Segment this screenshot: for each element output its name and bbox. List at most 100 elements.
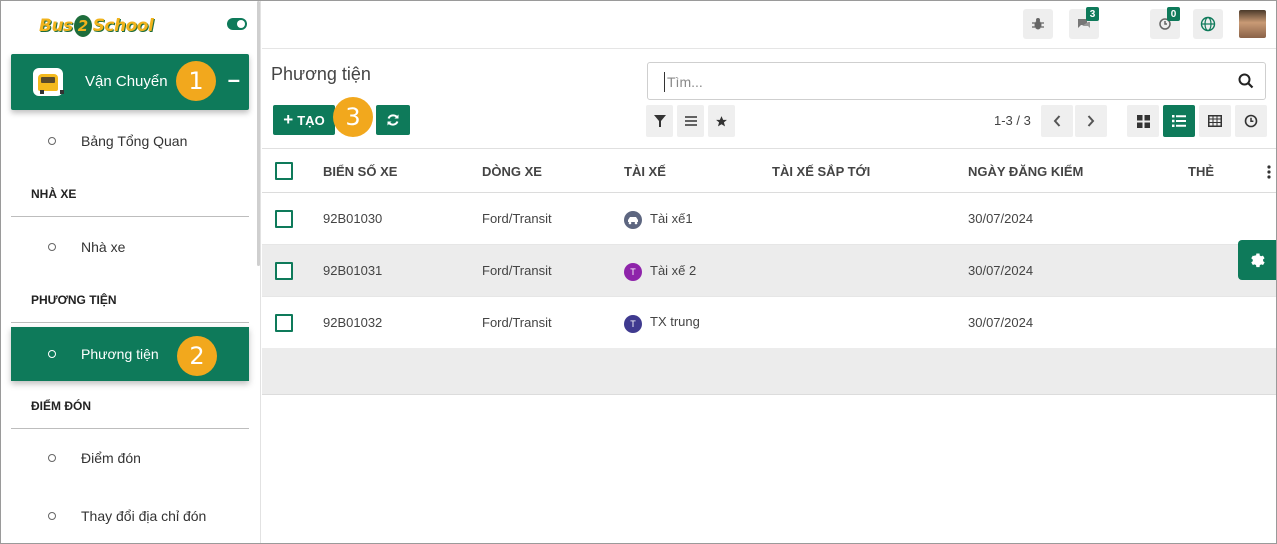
sidebar-item-label: Điểm đón xyxy=(81,450,141,466)
topbar: 3 0 xyxy=(262,1,1276,49)
list-view-icon xyxy=(1172,115,1186,127)
circle-icon xyxy=(48,137,56,145)
activity-count-badge: 0 xyxy=(1167,7,1180,21)
circle-icon xyxy=(48,350,56,358)
page-title: Phương tiện xyxy=(271,64,371,84)
sidebar-item-label: Thay đổi địa chỉ đón xyxy=(81,508,207,524)
activity-view-button[interactable] xyxy=(1235,105,1267,137)
cell-plate: 92B01032 xyxy=(323,315,383,330)
pager-previous-button[interactable] xyxy=(1041,105,1073,137)
callout-badge-2: 2 xyxy=(177,336,217,376)
logo-text-school: School xyxy=(92,16,154,36)
chevron-right-icon xyxy=(1087,115,1095,127)
cell-model: Ford/Transit xyxy=(482,315,552,330)
debug-button[interactable] xyxy=(1023,9,1053,39)
cell-driver: TX trung xyxy=(650,314,700,329)
section-title-garage: NHÀ XE xyxy=(31,187,77,201)
column-header-next-driver[interactable]: TÀI XẾ SẮP TỚI xyxy=(772,164,870,179)
cell-inspection-date: 30/07/2024 xyxy=(968,315,1034,330)
section-title-pickup: ĐIỂM ĐÓN xyxy=(31,399,91,413)
logo-text-bus: Bus xyxy=(39,16,73,36)
search-icon[interactable] xyxy=(1237,72,1255,90)
website-button[interactable] xyxy=(1193,9,1223,39)
pager-next-button[interactable] xyxy=(1075,105,1107,137)
globe-icon xyxy=(1200,16,1216,32)
select-all-checkbox[interactable] xyxy=(275,162,293,180)
sidebar-menu-transport-label: Vận Chuyển xyxy=(85,73,168,90)
refresh-icon xyxy=(387,114,399,126)
row-checkbox[interactable] xyxy=(275,262,293,280)
sidebar-scrollbar[interactable] xyxy=(257,1,260,266)
create-button[interactable]: + TẠO xyxy=(273,105,335,135)
driver-avatar xyxy=(624,211,642,229)
sidebar-item-label: Bảng Tổng Quan xyxy=(81,133,188,149)
messages-button[interactable]: 3 xyxy=(1069,7,1099,39)
chevron-left-icon xyxy=(1053,115,1061,127)
pivot-view-button[interactable] xyxy=(1199,105,1231,137)
sidebar: Bus 2 School Vận Chuyển – 1 Bảng Tổng Quan… xyxy=(1,1,261,543)
table-footer-row xyxy=(262,348,1276,395)
sidebar-item-change-pickup[interactable]: Thay đổi địa chỉ đón xyxy=(11,496,249,536)
column-header-driver[interactable]: TÀI XẾ xyxy=(624,164,666,179)
settings-tab[interactable] xyxy=(1238,240,1276,280)
sidebar-item-garage[interactable]: Nhà xe xyxy=(11,227,249,267)
column-header-tags[interactable]: THẺ xyxy=(1188,164,1214,179)
list-view-button[interactable] xyxy=(1163,105,1195,137)
row-checkbox[interactable] xyxy=(275,314,293,332)
cell-inspection-date: 30/07/2024 xyxy=(968,211,1034,226)
cell-model: Ford/Transit xyxy=(482,211,552,226)
kanban-icon xyxy=(1136,114,1150,128)
app-logo[interactable]: Bus 2 School xyxy=(39,11,154,41)
plus-icon: + xyxy=(283,110,294,129)
kanban-view-button[interactable] xyxy=(1127,105,1159,137)
column-header-inspection-date[interactable]: NGÀY ĐĂNG KIỂM xyxy=(968,164,1083,179)
callout-badge-1: 1 xyxy=(176,61,216,101)
divider xyxy=(11,428,249,429)
sidebar-toggle[interactable] xyxy=(227,18,247,30)
clock-icon xyxy=(1244,114,1258,128)
divider xyxy=(11,322,249,323)
table-row[interactable]: 92B01030 Ford/Transit Tài xế1 30/07/2024 xyxy=(262,193,1276,245)
column-options-icon[interactable] xyxy=(1267,165,1271,179)
column-header-model[interactable]: DÒNG XE xyxy=(482,164,542,179)
divider xyxy=(11,216,249,217)
cell-inspection-date: 30/07/2024 xyxy=(968,263,1034,278)
bus-icon xyxy=(33,68,64,96)
circle-icon xyxy=(48,454,56,462)
sidebar-item-label: Phương tiện xyxy=(81,346,159,362)
search-input[interactable] xyxy=(664,72,1224,92)
cell-driver: Tài xế1 xyxy=(650,211,693,226)
table-icon xyxy=(1208,115,1222,127)
pager-value[interactable]: 1-3 / 3 xyxy=(994,113,1031,128)
callout-badge-3: 3 xyxy=(333,97,373,137)
section-title-vehicle: PHƯƠNG TIỆN xyxy=(31,293,117,307)
filter-button[interactable] xyxy=(646,105,673,137)
group-by-button[interactable] xyxy=(677,105,704,137)
sidebar-item-dashboard[interactable]: Bảng Tổng Quan xyxy=(11,121,249,161)
user-avatar[interactable] xyxy=(1239,10,1266,38)
bug-icon xyxy=(1032,18,1044,30)
column-header-plate[interactable]: BIỂN SỐ XE xyxy=(323,164,397,179)
driver-avatar: T xyxy=(624,263,642,281)
sidebar-item-pickup[interactable]: Điểm đón xyxy=(11,438,249,478)
filter-icon xyxy=(653,115,666,127)
collapse-icon[interactable]: – xyxy=(228,67,240,93)
cell-plate: 92B01030 xyxy=(323,211,383,226)
table-header: BIỂN SỐ XE DÒNG XE TÀI XẾ TÀI XẾ SẮP TỚI… xyxy=(262,148,1276,193)
driver-avatar: T xyxy=(624,315,642,333)
table-row[interactable]: 92B01031 Ford/Transit T Tài xế 2 30/07/2… xyxy=(262,245,1276,297)
star-icon xyxy=(716,115,727,126)
refresh-button[interactable] xyxy=(376,105,410,135)
create-button-label: TẠO xyxy=(297,112,325,128)
row-checkbox[interactable] xyxy=(275,210,293,228)
gear-icon xyxy=(1251,253,1265,268)
cell-plate: 92B01031 xyxy=(323,263,383,278)
favorites-button[interactable] xyxy=(708,105,735,137)
car-icon xyxy=(628,217,638,225)
sidebar-item-label: Nhà xe xyxy=(81,239,126,255)
table-row[interactable]: 92B01032 Ford/Transit T TX trung 30/07/2… xyxy=(262,297,1276,349)
search-box xyxy=(647,62,1266,100)
logo-text-two: 2 xyxy=(73,15,92,37)
cell-driver: Tài xế 2 xyxy=(650,263,697,278)
activity-button[interactable]: 0 xyxy=(1150,7,1180,39)
